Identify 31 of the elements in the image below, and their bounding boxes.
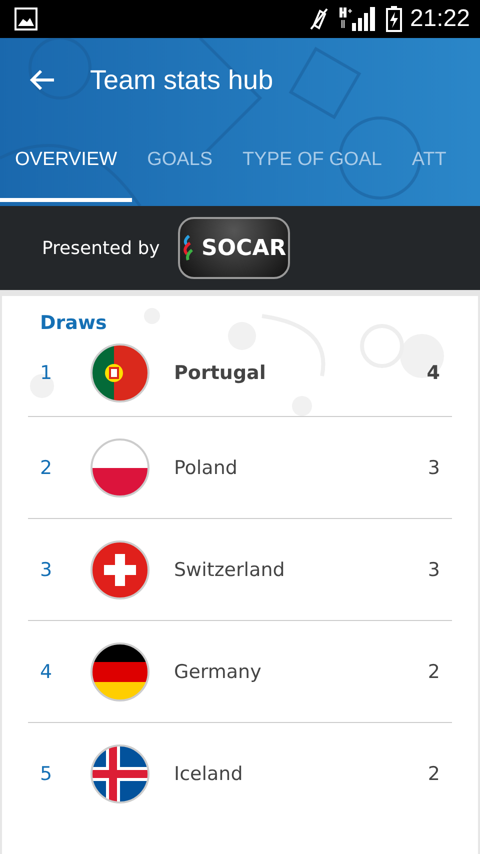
team-name: Portugal <box>174 362 267 384</box>
draws-count: 2 <box>428 660 441 682</box>
battery-charging-icon <box>386 6 402 32</box>
rank-number: 2 <box>39 456 54 478</box>
tab[interactable]: OVERVIEW <box>0 122 132 202</box>
rank-number: 4 <box>39 660 54 682</box>
flag-icon <box>90 642 150 702</box>
signal-icon <box>338 6 378 32</box>
draws-count: 2 <box>428 762 441 784</box>
section-title: Draws <box>39 311 108 330</box>
rank-number: 3 <box>39 558 54 580</box>
gallery-icon <box>14 7 38 31</box>
rank-number: 1 <box>39 362 54 384</box>
sponsor-caption: Presented by <box>42 238 160 258</box>
team-name: Switzerland <box>174 558 286 580</box>
tab[interactable]: GOALS <box>132 122 228 202</box>
draws-count: 3 <box>428 456 441 478</box>
flag-icon <box>90 438 150 498</box>
rank-number: 5 <box>39 762 54 784</box>
team-name: Germany <box>174 660 262 682</box>
vibrate-off-icon <box>308 7 330 31</box>
sponsor-logo: SOCAR <box>178 217 290 279</box>
tab[interactable]: ATT <box>396 122 462 202</box>
team-name: Poland <box>174 456 238 478</box>
screen-title: Team stats hub <box>90 64 274 96</box>
tab[interactable]: TYPE OF GOAL <box>228 122 397 202</box>
flag-icon <box>90 343 150 403</box>
team-name: Iceland <box>174 762 244 784</box>
draws-count: 3 <box>428 558 441 580</box>
draws-count: 4 <box>426 362 441 384</box>
clock-time: 21:22 <box>410 5 470 33</box>
